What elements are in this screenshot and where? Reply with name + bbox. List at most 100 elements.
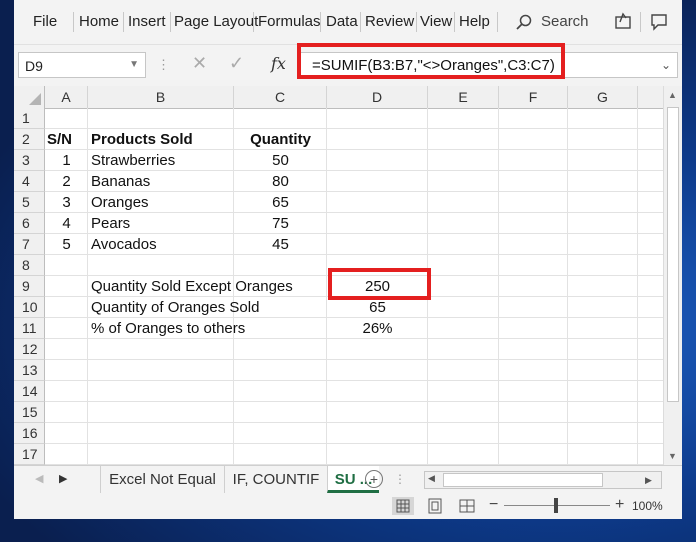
column-header-d[interactable]: D [327, 86, 428, 108]
menu-page-layout[interactable]: Page Layout [174, 13, 258, 30]
cell-d10[interactable]: 65 [327, 297, 428, 318]
row-header[interactable]: 4 [14, 171, 45, 192]
menu-home[interactable]: Home [79, 13, 119, 30]
scroll-down-icon[interactable]: ▼ [668, 451, 677, 461]
row-header[interactable]: 3 [14, 150, 45, 171]
menu-formulas[interactable]: Formulas [258, 13, 321, 30]
zoom-out-button[interactable]: − [489, 496, 498, 514]
row-header[interactable]: 2 [14, 129, 45, 150]
cell-c6[interactable]: 75 [234, 213, 327, 234]
tab-scroll-left-icon[interactable]: ◀ [35, 472, 43, 485]
row-header[interactable]: 15 [14, 402, 45, 423]
cell-b6[interactable]: Pears [91, 213, 130, 234]
menu-review[interactable]: Review [365, 13, 414, 30]
cell-a4[interactable]: 2 [45, 171, 88, 192]
cell-b9[interactable]: Quantity Sold Except Oranges [91, 276, 293, 297]
cell-b7[interactable]: Avocados [91, 234, 157, 255]
scroll-left-icon[interactable]: ◀ [428, 473, 435, 484]
menu-view[interactable]: View [420, 13, 452, 30]
row-header[interactable]: 13 [14, 360, 45, 381]
menu-divider [497, 12, 498, 32]
gridline [45, 380, 663, 381]
row-header[interactable]: 17 [14, 444, 45, 465]
cell-b11[interactable]: % of Oranges to others [91, 318, 245, 339]
enter-icon[interactable]: ✓ [229, 53, 244, 74]
select-all-corner[interactable] [14, 86, 45, 108]
cell-b3[interactable]: Strawberries [91, 150, 175, 171]
search-label: Search [541, 13, 589, 30]
menu-divider [640, 12, 641, 32]
zoom-level[interactable]: 100% [632, 499, 663, 513]
horizontal-scrollbar-thumb[interactable] [443, 473, 603, 487]
scroll-right-icon[interactable]: ▶ [645, 475, 652, 486]
column-header-e[interactable]: E [428, 86, 499, 108]
column-header-f[interactable]: F [499, 86, 568, 108]
row-header[interactable]: 7 [14, 234, 45, 255]
scroll-up-icon[interactable]: ▲ [668, 90, 677, 100]
gridline [45, 422, 663, 423]
menu-divider [454, 12, 455, 32]
cell-a6[interactable]: 4 [45, 213, 88, 234]
row-header[interactable]: 10 [14, 297, 45, 318]
share-icon[interactable] [611, 9, 635, 33]
menu-divider [170, 12, 171, 32]
cell-b4[interactable]: Bananas [91, 171, 150, 192]
menu-divider [416, 12, 417, 32]
column-header-g[interactable]: G [568, 86, 638, 108]
page-layout-view-icon[interactable] [424, 497, 446, 515]
sheet-tab-if-countif[interactable]: IF, COUNTIF [224, 466, 327, 493]
cell-d11[interactable]: 26% [327, 318, 428, 339]
cell-c4[interactable]: 80 [234, 171, 327, 192]
expand-formula-bar-icon[interactable]: ⌄ [661, 58, 671, 72]
row-header[interactable]: 9 [14, 276, 45, 297]
sheet-tab-excel-not-equal[interactable]: Excel Not Equal [100, 466, 224, 493]
cell-b2[interactable]: Products Sold [91, 129, 193, 150]
column-header-b[interactable]: B [88, 86, 234, 108]
menu-data[interactable]: Data [326, 13, 358, 30]
cell-a5[interactable]: 3 [45, 192, 88, 213]
cell-a7[interactable]: 5 [45, 234, 88, 255]
menu-insert[interactable]: Insert [128, 13, 166, 30]
name-box-value: D9 [25, 58, 43, 74]
row-header[interactable]: 8 [14, 255, 45, 276]
row-header[interactable]: 16 [14, 423, 45, 444]
cancel-icon[interactable]: ✕ [192, 53, 207, 74]
row-header[interactable]: 5 [14, 192, 45, 213]
status-bar: − + 100% [14, 493, 682, 519]
row-header[interactable]: 14 [14, 381, 45, 402]
name-box[interactable]: D9 ▼ [18, 52, 146, 78]
cell-b10[interactable]: Quantity of Oranges Sold [91, 297, 259, 318]
column-header-a[interactable]: A [45, 86, 88, 108]
insert-function-icon[interactable]: fx [271, 54, 286, 73]
row-header[interactable]: 1 [14, 108, 45, 129]
zoom-slider-thumb[interactable] [554, 498, 558, 513]
gridline [498, 108, 499, 465]
column-header-c[interactable]: C [234, 86, 327, 108]
cell-c3[interactable]: 50 [234, 150, 327, 171]
add-sheet-button[interactable]: + [365, 470, 383, 488]
gridline [45, 359, 663, 360]
row-header[interactable]: 12 [14, 339, 45, 360]
vertical-scrollbar[interactable]: ▲ ▼ [663, 86, 682, 465]
normal-view-icon[interactable] [392, 497, 414, 515]
menu-divider [73, 12, 74, 32]
row-header[interactable]: 11 [14, 318, 45, 339]
menu-file[interactable]: File [33, 13, 57, 30]
cell-a2[interactable]: S/N [47, 129, 72, 150]
cell-c2[interactable]: Quantity [234, 129, 327, 150]
page-break-preview-icon[interactable] [456, 497, 478, 515]
tab-scroll-right-icon[interactable]: ▶ [59, 472, 67, 485]
gridline [45, 401, 663, 402]
horizontal-scrollbar[interactable]: ◀ [424, 471, 662, 489]
row-header[interactable]: 6 [14, 213, 45, 234]
cell-c5[interactable]: 65 [234, 192, 327, 213]
scrollbar-thumb[interactable] [667, 107, 679, 402]
more-options-icon: ⋮ [157, 57, 170, 72]
cell-b5[interactable]: Oranges [91, 192, 149, 213]
menu-help[interactable]: Help [459, 13, 490, 30]
chevron-down-icon[interactable]: ▼ [129, 59, 139, 70]
zoom-in-button[interactable]: + [615, 496, 624, 514]
cell-a3[interactable]: 1 [45, 150, 88, 171]
cell-c7[interactable]: 45 [234, 234, 327, 255]
comment-icon[interactable] [647, 9, 671, 33]
